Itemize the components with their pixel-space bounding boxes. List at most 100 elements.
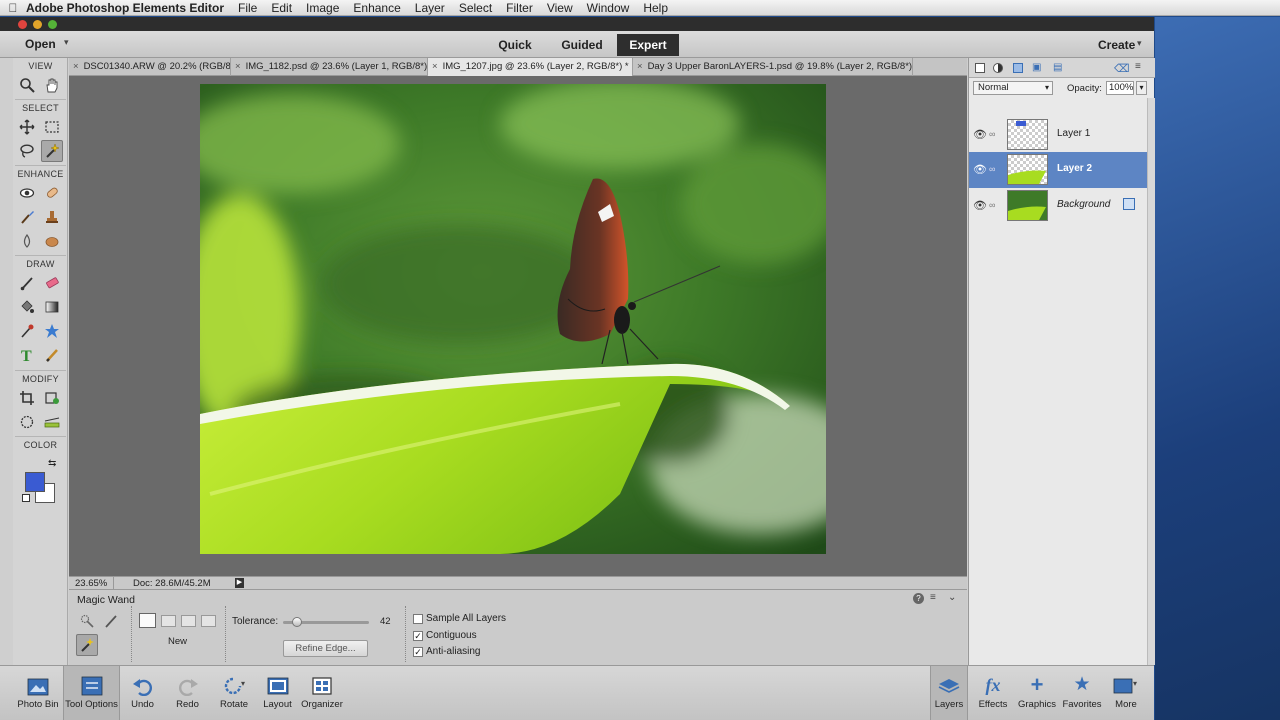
selection-brush-icon[interactable]: [100, 610, 122, 632]
add-to-selection-icon[interactable]: [161, 615, 176, 627]
menu-edit[interactable]: Edit: [271, 1, 292, 15]
refine-edge-button[interactable]: Refine Edge...: [283, 640, 368, 657]
favorites-button[interactable]: ★ Favorites: [1060, 666, 1104, 720]
content-aware-move-tool-icon[interactable]: [16, 411, 38, 433]
layer-name[interactable]: Background: [1057, 199, 1110, 210]
status-menu-icon[interactable]: ▶: [235, 578, 244, 588]
blend-mode-select[interactable]: Normal ▾: [973, 81, 1053, 95]
menu-window[interactable]: Window: [587, 1, 630, 15]
tolerance-slider-thumb[interactable]: [291, 617, 302, 627]
layer-name[interactable]: Layer 1: [1057, 128, 1090, 139]
move-tool-icon[interactable]: [16, 116, 38, 138]
options-menu-icon[interactable]: ≡: [930, 592, 936, 603]
new-selection-icon[interactable]: [139, 613, 156, 628]
create-dropdown-icon[interactable]: ▾: [1137, 38, 1142, 49]
undo-button[interactable]: Undo: [125, 666, 160, 720]
marquee-tool-icon[interactable]: [41, 116, 63, 138]
minimize-window-button[interactable]: [33, 20, 42, 29]
visibility-eye-icon[interactable]: 👁: [973, 163, 987, 176]
contiguous-checkbox[interactable]: ✓: [413, 631, 423, 641]
link-icon[interactable]: ∞: [989, 164, 995, 174]
tolerance-slider[interactable]: [283, 617, 369, 627]
background-lock-icon[interactable]: [1123, 198, 1135, 210]
link-icon[interactable]: ∞: [989, 200, 995, 210]
link-icon[interactable]: ∞: [989, 129, 995, 139]
zoom-level[interactable]: 23.65%: [75, 578, 107, 589]
foreground-color-swatch[interactable]: [25, 472, 45, 492]
layers-button[interactable]: Layers: [930, 666, 968, 720]
tolerance-value[interactable]: 42: [380, 616, 391, 627]
doc-tab[interactable]: × Day 3 Upper BaronLAYERS-1.psd @ 19.8% (…: [633, 58, 913, 76]
zoom-window-button[interactable]: [48, 20, 57, 29]
layers-scrollbar[interactable]: [1147, 98, 1155, 665]
visibility-eye-icon[interactable]: 👁: [973, 128, 987, 141]
custom-shape-tool-icon[interactable]: [41, 320, 63, 342]
opacity-input[interactable]: 100%: [1106, 81, 1134, 95]
mode-tab-quick[interactable]: Quick: [490, 34, 540, 56]
tool-options-button[interactable]: Tool Options: [63, 666, 120, 720]
organizer-button[interactable]: Organizer: [299, 666, 345, 720]
redo-button[interactable]: Redo: [170, 666, 205, 720]
effects-button[interactable]: fx Effects: [974, 666, 1012, 720]
new-layer-icon[interactable]: [975, 63, 985, 73]
magic-wand-option-icon[interactable]: [76, 634, 98, 656]
canvas-area[interactable]: [69, 76, 967, 576]
crop-tool-icon[interactable]: [16, 387, 38, 409]
red-eye-tool-icon[interactable]: [16, 182, 38, 204]
lasso-tool-icon[interactable]: [16, 140, 38, 162]
create-button[interactable]: Create: [1098, 38, 1135, 52]
lock-all-icon[interactable]: ▣: [1032, 62, 1041, 73]
open-dropdown-icon[interactable]: ▾: [64, 37, 69, 48]
default-colors-icon[interactable]: [22, 494, 30, 502]
sample-all-layers-checkbox[interactable]: [413, 614, 423, 624]
zoom-tool-icon[interactable]: [16, 74, 38, 96]
document-image[interactable]: [200, 84, 826, 554]
close-tab-icon[interactable]: ×: [73, 61, 79, 72]
menu-layer[interactable]: Layer: [415, 1, 445, 15]
close-tab-icon[interactable]: ×: [432, 61, 438, 72]
paint-bucket-tool-icon[interactable]: [16, 296, 38, 318]
clone-stamp-tool-icon[interactable]: [41, 206, 63, 228]
panel-menu-icon[interactable]: ≡: [1135, 61, 1141, 72]
menu-filter[interactable]: Filter: [506, 1, 533, 15]
layer-row-background[interactable]: 👁 ∞ Background: [969, 188, 1147, 224]
layer-name[interactable]: Layer 2: [1057, 163, 1092, 174]
doc-tab[interactable]: × IMG_1182.psd @ 23.6% (Layer 1, RGB/8*): [231, 58, 428, 76]
layer-mask-icon[interactable]: [1013, 63, 1023, 73]
menu-enhance[interactable]: Enhance: [353, 1, 400, 15]
intersect-selection-icon[interactable]: [201, 615, 216, 627]
adjustment-layer-icon[interactable]: [993, 63, 1003, 73]
swap-colors-icon[interactable]: ⇆: [48, 458, 56, 469]
hand-tool-icon[interactable]: [41, 74, 63, 96]
help-icon[interactable]: ?: [913, 593, 924, 604]
close-window-button[interactable]: [18, 20, 27, 29]
layer-row-layer-2[interactable]: 👁 ∞ Layer 2: [969, 152, 1147, 188]
straighten-tool-icon[interactable]: [41, 411, 63, 433]
sponge-tool-icon[interactable]: [41, 230, 63, 252]
doc-tab[interactable]: × DSC01340.ARW @ 20.2% (RGB/8): [69, 58, 231, 76]
subtract-from-selection-icon[interactable]: [181, 615, 196, 627]
healing-brush-tool-icon[interactable]: [41, 182, 63, 204]
recompose-tool-icon[interactable]: [41, 387, 63, 409]
eyedropper-tool-icon[interactable]: [16, 320, 38, 342]
menu-select[interactable]: Select: [459, 1, 492, 15]
eraser-tool-icon[interactable]: [41, 272, 63, 294]
collapse-options-icon[interactable]: ⌄: [948, 592, 956, 603]
lock-transparency-icon[interactable]: ▤: [1053, 62, 1062, 73]
anti-aliasing-checkbox[interactable]: ✓: [413, 647, 423, 657]
open-button[interactable]: Open: [25, 37, 56, 51]
opacity-dropdown-icon[interactable]: ▾: [1136, 81, 1147, 95]
menu-help[interactable]: Help: [643, 1, 668, 15]
more-button[interactable]: ▾ More: [1108, 666, 1144, 720]
mode-tab-guided[interactable]: Guided: [555, 34, 609, 56]
blur-tool-icon[interactable]: [16, 230, 38, 252]
rotate-button[interactable]: ▾ Rotate: [214, 666, 254, 720]
close-tab-icon[interactable]: ×: [235, 61, 241, 72]
menu-image[interactable]: Image: [306, 1, 339, 15]
brush-tool-icon[interactable]: [16, 272, 38, 294]
photo-bin-button[interactable]: Photo Bin: [12, 666, 64, 720]
apple-menu-icon[interactable]: : [0, 1, 26, 15]
graphics-button[interactable]: + Graphics: [1015, 666, 1059, 720]
app-name-menu[interactable]: Adobe Photoshop Elements Editor: [26, 1, 224, 15]
pencil-tool-icon[interactable]: [41, 344, 63, 366]
